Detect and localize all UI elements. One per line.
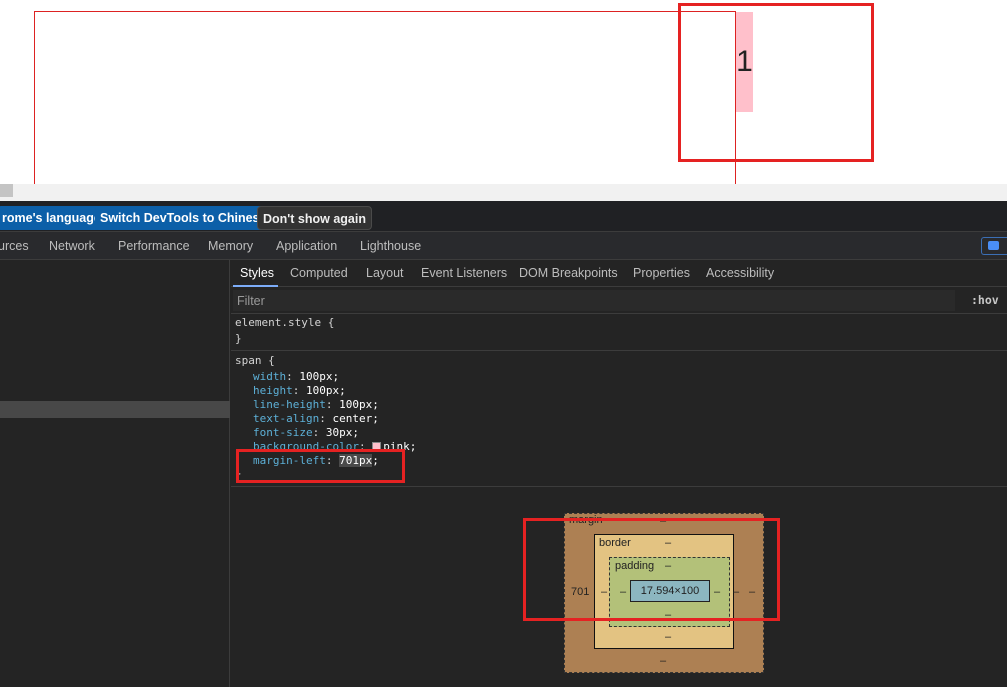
property-name[interactable]: height xyxy=(253,384,293,397)
issues-button[interactable] xyxy=(981,237,1007,255)
tab-application[interactable]: Application xyxy=(276,239,337,253)
declaration-width[interactable]: width: 100px; xyxy=(253,370,339,384)
issues-message-icon xyxy=(988,241,999,250)
property-name[interactable]: width xyxy=(253,370,286,383)
property-name[interactable]: text-align xyxy=(253,412,319,425)
property-value[interactable]: 100px; xyxy=(306,384,346,397)
match-language-button[interactable]: rome's language xyxy=(0,206,106,230)
elements-dom-tree xyxy=(0,260,230,687)
tab-memory[interactable]: Memory xyxy=(208,239,253,253)
devtools-resize-strip[interactable] xyxy=(0,184,1007,201)
tab-performance[interactable]: Performance xyxy=(118,239,190,253)
language-infobar: rome's language Switch DevTools to Chine… xyxy=(0,201,1007,232)
styles-filter-input[interactable] xyxy=(233,290,955,311)
element-style-close: } xyxy=(235,332,242,345)
declaration-text-align[interactable]: text-align: center; xyxy=(253,412,379,426)
sidebar-tabs: Styles Computed Layout Event Listeners D… xyxy=(231,260,1007,287)
annotation-highlight-box-model xyxy=(523,518,780,621)
property-value[interactable]: 100px; xyxy=(339,398,379,411)
property-value[interactable]: 100px; xyxy=(299,370,339,383)
dont-show-again-button[interactable]: Don't show again xyxy=(257,206,372,230)
styles-filter-bar: :hov xyxy=(231,287,1007,314)
hover-state-toggle[interactable]: :hov xyxy=(971,293,999,307)
border-bottom-value[interactable]: – xyxy=(665,631,671,643)
tab-lighthouse[interactable]: Lighthouse xyxy=(360,239,421,253)
declaration-font-size[interactable]: font-size: 30px; xyxy=(253,426,359,440)
devtools-panel: rome's language Switch DevTools to Chine… xyxy=(0,201,1007,687)
tab-sources[interactable]: urces xyxy=(0,239,29,253)
resize-handle[interactable] xyxy=(0,184,13,197)
element-style-selector: element.style { xyxy=(235,316,335,329)
declaration-line-height[interactable]: line-height: 100px; xyxy=(253,398,379,412)
annotation-highlight-span xyxy=(678,3,874,162)
selected-dom-node-row[interactable] xyxy=(0,401,230,418)
tab-properties[interactable]: Properties xyxy=(633,266,690,280)
switch-to-chinese-button[interactable]: Switch DevTools to Chinese xyxy=(95,206,272,230)
property-value[interactable]: 30px; xyxy=(326,426,359,439)
span-rule-selector: span { xyxy=(235,354,275,367)
tab-accessibility[interactable]: Accessibility xyxy=(706,266,774,280)
tab-styles[interactable]: Styles xyxy=(240,266,274,280)
tab-event-listeners[interactable]: Event Listeners xyxy=(421,266,507,280)
devtools-main-tabs: urces Network Performance Memory Applica… xyxy=(0,232,1007,260)
declaration-height[interactable]: height: 100px; xyxy=(253,384,346,398)
tab-dom-breakpoints[interactable]: DOM Breakpoints xyxy=(519,266,618,280)
property-name[interactable]: line-height xyxy=(253,398,326,411)
tab-network[interactable]: Network xyxy=(49,239,95,253)
property-value[interactable]: center; xyxy=(332,412,378,425)
annotation-highlight-margin-left xyxy=(236,449,405,483)
margin-bottom-value[interactable]: – xyxy=(660,655,666,667)
element-style-rule[interactable]: element.style { } xyxy=(231,314,1007,351)
property-name[interactable]: font-size xyxy=(253,426,313,439)
container-div-outline xyxy=(34,11,736,184)
tab-computed[interactable]: Computed xyxy=(290,266,348,280)
tab-layout[interactable]: Layout xyxy=(366,266,404,280)
